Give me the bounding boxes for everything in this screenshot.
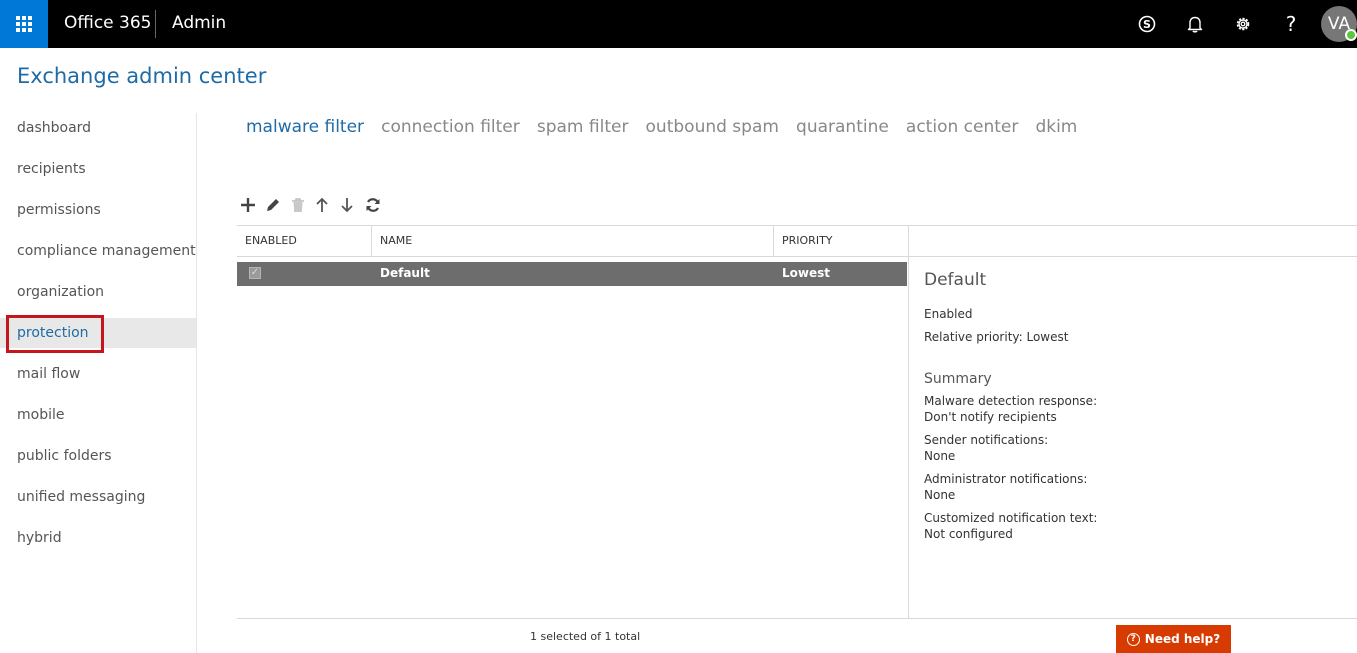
sidebar-item-permissions[interactable]: permissions — [0, 195, 196, 225]
delete-icon[interactable] — [288, 195, 308, 215]
help-icon[interactable]: ? — [1267, 0, 1315, 48]
table-row[interactable]: ✓ Default Lowest — [237, 262, 907, 286]
field-label: Customized notification text: — [924, 511, 1098, 525]
field-value: None — [924, 488, 956, 502]
top-bar: Office 365 Admin S ? VA — [0, 0, 1357, 48]
sidebar-item-protection[interactable]: protection — [0, 318, 196, 348]
help-circle-icon: ? — [1126, 632, 1140, 646]
field-value: Not configured — [924, 527, 1013, 541]
need-help-label: Need help? — [1144, 632, 1221, 646]
field-label: Sender notifications: — [924, 433, 1049, 447]
enabled-checkbox: ✓ — [249, 267, 261, 279]
app-name[interactable]: Admin — [172, 13, 226, 33]
column-header-enabled[interactable]: ENABLED — [237, 226, 371, 256]
tab-malware-filter[interactable]: malware filter — [246, 117, 364, 137]
refresh-icon[interactable] — [363, 195, 383, 215]
svg-text:S: S — [1143, 18, 1151, 31]
row-name: Default — [380, 266, 430, 280]
office-365-brand[interactable]: Office 365 — [64, 13, 151, 33]
field-value: Don't notify recipients — [924, 410, 1057, 424]
list-header-border — [237, 256, 1357, 257]
move-up-icon[interactable] — [312, 195, 332, 215]
move-down-icon[interactable] — [337, 195, 357, 215]
details-priority: Relative priority: Lowest — [924, 330, 1069, 344]
summary-heading: Summary — [924, 371, 992, 387]
tab-spam-filter[interactable]: spam filter — [537, 117, 629, 137]
need-help-button[interactable]: ? Need help? — [1116, 625, 1231, 653]
sidebar-item-public-folders[interactable]: public folders — [0, 441, 196, 471]
sidebar-item-mail-flow[interactable]: mail flow — [0, 359, 196, 389]
sidebar-item-unified-messaging[interactable]: unified messaging — [0, 482, 196, 512]
brand-divider — [155, 10, 156, 38]
tab-outbound-spam[interactable]: outbound spam — [646, 117, 779, 137]
bell-icon[interactable] — [1171, 0, 1219, 48]
field-label: Malware detection response: — [924, 394, 1098, 408]
field-value: None — [924, 449, 956, 463]
selection-count: 1 selected of 1 total — [530, 630, 641, 643]
details-title: Default — [924, 270, 987, 290]
presence-status-icon — [1345, 29, 1357, 41]
details-pane: Default Enabled Relative priority: Lowes… — [924, 270, 1344, 542]
gear-icon[interactable] — [1219, 0, 1267, 48]
tab-quarantine[interactable]: quarantine — [796, 117, 889, 137]
edit-icon[interactable] — [263, 195, 283, 215]
column-header-name[interactable]: NAME — [372, 226, 772, 256]
add-icon[interactable] — [238, 195, 258, 215]
app-launcher-icon[interactable] — [0, 0, 48, 48]
tab-dkim[interactable]: dkim — [1035, 117, 1077, 137]
sidebar-item-organization[interactable]: organization — [0, 277, 196, 307]
sidebar-item-dashboard[interactable]: dashboard — [0, 113, 196, 143]
details-divider — [908, 226, 909, 618]
tab-action-center[interactable]: action center — [906, 117, 1018, 137]
skype-icon[interactable]: S — [1123, 0, 1171, 48]
list-bottom-border — [237, 618, 1357, 619]
sidebar-divider — [196, 113, 197, 653]
sidebar-item-hybrid[interactable]: hybrid — [0, 523, 196, 553]
page-title: Exchange admin center — [17, 64, 267, 88]
sidebar-nav: dashboard recipients permissions complia… — [0, 113, 196, 653]
field-label: Administrator notifications: — [924, 472, 1088, 486]
sidebar-item-recipients[interactable]: recipients — [0, 154, 196, 184]
row-priority: Lowest — [782, 266, 830, 280]
tab-connection-filter[interactable]: connection filter — [381, 117, 520, 137]
sidebar-item-mobile[interactable]: mobile — [0, 400, 196, 430]
column-header-priority[interactable]: PRIORITY — [774, 226, 907, 256]
sidebar-item-compliance-management[interactable]: compliance management — [0, 236, 196, 266]
details-status: Enabled — [924, 307, 973, 321]
tab-bar: malware filter connection filter spam fi… — [246, 117, 1089, 141]
